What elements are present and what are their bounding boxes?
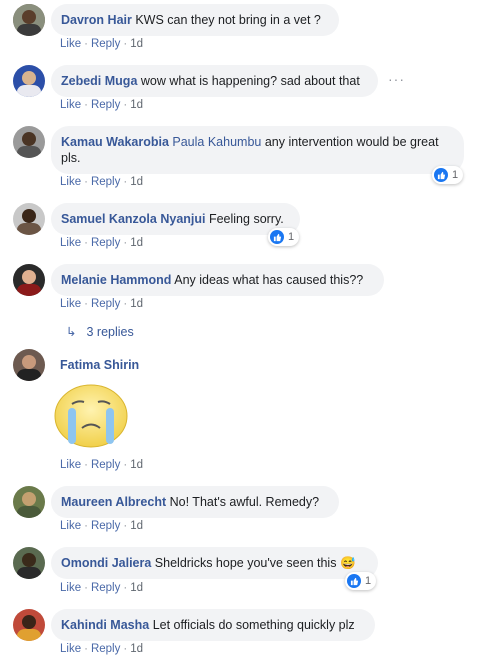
- comment-text: Sheldricks hope you've seen this: [154, 556, 337, 570]
- comment-time[interactable]: 1d: [130, 643, 143, 655]
- comment-actions: Like · Reply · 1d: [60, 38, 143, 50]
- comment-time[interactable]: 1d: [130, 38, 143, 50]
- reply-link[interactable]: Reply: [91, 237, 120, 249]
- view-replies-link[interactable]: ↳ 3 replies: [66, 324, 134, 339]
- thumbs-up-icon: [270, 230, 284, 244]
- like-link[interactable]: Like: [60, 99, 81, 111]
- comment-author[interactable]: Omondi Jaliera: [61, 556, 151, 570]
- comment-author[interactable]: Kahindi Masha: [61, 618, 149, 632]
- comment-text: Let officials do something quickly plz: [152, 618, 355, 632]
- comment-bubble: Zebedi Muga wow what is happening? sad a…: [51, 65, 378, 97]
- more-options-icon[interactable]: ···: [388, 71, 405, 87]
- comment-time[interactable]: 1d: [130, 176, 143, 188]
- reply-link[interactable]: Reply: [91, 176, 120, 188]
- comment-bubble: Maureen Albrecht No! That's awful. Remed…: [51, 486, 339, 518]
- comment-author[interactable]: Maureen Albrecht: [61, 495, 166, 509]
- like-link[interactable]: Like: [60, 459, 81, 471]
- reply-arrow-icon: ↳: [66, 325, 77, 339]
- reply-link[interactable]: Reply: [91, 643, 120, 655]
- reaction-count[interactable]: 1: [432, 166, 464, 184]
- comment-actions: Like · Reply · 1d: [60, 237, 143, 249]
- thumbs-up-icon: [347, 574, 361, 588]
- comment-author[interactable]: Kamau Wakarobia: [61, 135, 169, 149]
- avatar[interactable]: [13, 547, 45, 579]
- comment-time[interactable]: 1d: [130, 237, 143, 249]
- comment-text: wow what is happening? sad about that: [140, 74, 360, 88]
- comment-text-line2: pls.: [61, 151, 81, 165]
- reply-link[interactable]: Reply: [91, 459, 120, 471]
- avatar[interactable]: [13, 4, 45, 36]
- comment-author[interactable]: Melanie Hammond: [61, 273, 171, 287]
- like-link[interactable]: Like: [60, 298, 81, 310]
- comment-text: any intervention would be great: [264, 135, 439, 149]
- comment-actions: Like · Reply · 1d: [60, 99, 143, 111]
- comment-actions: Like · Reply · 1d: [60, 176, 143, 188]
- comment-time[interactable]: 1d: [130, 99, 143, 111]
- thumbs-up-icon: [434, 168, 448, 182]
- like-link[interactable]: Like: [60, 38, 81, 50]
- like-link[interactable]: Like: [60, 520, 81, 532]
- comment-author[interactable]: Samuel Kanzola Nyanjui: [61, 212, 205, 226]
- mention-link[interactable]: Paula Kahumbu: [172, 135, 261, 149]
- reply-link[interactable]: Reply: [91, 99, 120, 111]
- reply-link[interactable]: Reply: [91, 38, 120, 50]
- comment-time[interactable]: 1d: [130, 582, 143, 594]
- avatar[interactable]: [13, 486, 45, 518]
- comment-bubble: Davron Hair KWS can they not bring in a …: [51, 4, 339, 36]
- avatar[interactable]: [13, 264, 45, 296]
- comment-text: No! That's awful. Remedy?: [169, 495, 320, 509]
- comment-bubble: Omondi Jaliera Sheldricks hope you've se…: [51, 547, 378, 579]
- avatar[interactable]: [13, 349, 45, 381]
- crying-face-sticker: [54, 384, 128, 453]
- comment-time[interactable]: 1d: [130, 459, 143, 471]
- avatar[interactable]: [13, 65, 45, 97]
- comment-text: KWS can they not bring in a vet ?: [135, 13, 321, 27]
- avatar[interactable]: [13, 203, 45, 235]
- comment-bubble: Samuel Kanzola Nyanjui Feeling sorry.: [51, 203, 300, 235]
- comment-author[interactable]: Davron Hair: [61, 13, 132, 27]
- comment-author[interactable]: Zebedi Muga: [61, 74, 137, 88]
- comment-text: Feeling sorry.: [208, 212, 284, 226]
- comment-actions: Like · Reply · 1d: [60, 582, 143, 594]
- like-link[interactable]: Like: [60, 643, 81, 655]
- avatar[interactable]: [13, 609, 45, 641]
- reply-link[interactable]: Reply: [91, 298, 120, 310]
- reaction-count[interactable]: 1: [345, 572, 377, 590]
- like-link[interactable]: Like: [60, 237, 81, 249]
- comment-time[interactable]: 1d: [130, 520, 143, 532]
- reaction-count[interactable]: 1: [268, 228, 300, 246]
- comment-bubble: Kahindi Masha Let officials do something…: [51, 609, 375, 641]
- reply-link[interactable]: Reply: [91, 582, 120, 594]
- avatar[interactable]: [13, 126, 45, 158]
- grinning-sweat-emoji: 😅: [339, 556, 356, 570]
- reply-link[interactable]: Reply: [91, 520, 120, 532]
- comment-bubble: Kamau Wakarobia Paula Kahumbu any interv…: [51, 126, 464, 174]
- comment-actions: Like · Reply · 1d: [60, 520, 143, 532]
- like-link[interactable]: Like: [60, 582, 81, 594]
- like-link[interactable]: Like: [60, 176, 81, 188]
- comment-actions: Like · Reply · 1d: [60, 298, 143, 310]
- comment-time[interactable]: 1d: [130, 298, 143, 310]
- comment-text: Any ideas what has caused this??: [174, 273, 364, 287]
- comment-bubble: Melanie Hammond Any ideas what has cause…: [51, 264, 384, 296]
- comment-author[interactable]: Fatima Shirin: [60, 358, 139, 372]
- comment-actions: Like · Reply · 1d: [60, 643, 143, 655]
- comment-actions: Like · Reply · 1d: [60, 459, 143, 471]
